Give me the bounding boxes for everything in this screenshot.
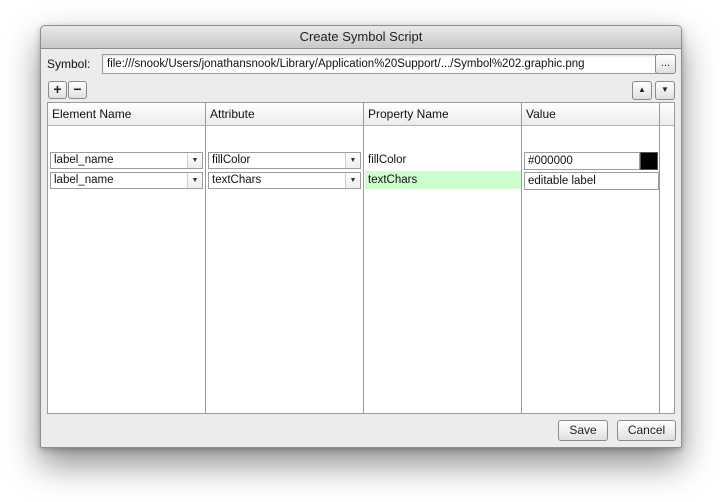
column-divider bbox=[659, 103, 660, 413]
browse-button[interactable]: ... bbox=[655, 54, 676, 74]
move-down-button[interactable]: ▼ bbox=[655, 81, 675, 100]
chevron-down-icon: ▼ bbox=[187, 173, 202, 188]
property-name-cell[interactable]: fillColor bbox=[365, 151, 521, 169]
element-name-select[interactable]: label_name ▼ bbox=[50, 152, 203, 169]
column-header-element-name[interactable]: Element Name bbox=[48, 103, 206, 125]
attribute-value: fillColor bbox=[212, 154, 251, 166]
remove-row-button[interactable]: − bbox=[68, 81, 87, 99]
table-header: Element Name Attribute Property Name Val… bbox=[48, 103, 674, 126]
column-header-attribute[interactable]: Attribute bbox=[206, 103, 364, 125]
script-table: Element Name Attribute Property Name Val… bbox=[47, 102, 675, 414]
cancel-button[interactable]: Cancel bbox=[617, 420, 676, 441]
color-swatch[interactable] bbox=[640, 152, 658, 170]
move-up-button[interactable]: ▲ bbox=[632, 81, 652, 100]
chevron-down-icon: ▼ bbox=[345, 153, 360, 168]
symbol-path-field[interactable]: file:///snook/Users/jonathansnook/Librar… bbox=[102, 54, 658, 74]
element-name-value: label_name bbox=[54, 154, 114, 166]
add-row-button[interactable]: + bbox=[48, 81, 67, 99]
attribute-select[interactable]: fillColor ▼ bbox=[208, 152, 361, 169]
triangle-up-icon: ▲ bbox=[638, 85, 646, 94]
column-divider bbox=[521, 103, 522, 413]
chevron-down-icon: ▼ bbox=[345, 173, 360, 188]
minus-icon: − bbox=[73, 81, 82, 97]
value-field[interactable]: editable label bbox=[524, 172, 659, 190]
element-name-select[interactable]: label_name ▼ bbox=[50, 172, 203, 189]
property-name-cell[interactable]: textChars bbox=[365, 171, 521, 189]
chevron-down-icon: ▼ bbox=[187, 153, 202, 168]
create-symbol-script-dialog: Create Symbol Script Symbol: file:///sno… bbox=[40, 25, 682, 448]
dialog-title: Create Symbol Script bbox=[41, 26, 681, 49]
column-divider bbox=[205, 103, 206, 413]
triangle-down-icon: ▼ bbox=[661, 85, 669, 94]
plus-icon: + bbox=[53, 81, 62, 97]
symbol-label: Symbol: bbox=[47, 57, 91, 71]
column-header-value[interactable]: Value bbox=[522, 103, 660, 125]
value-field[interactable]: #000000 bbox=[524, 152, 640, 170]
element-name-value: label_name bbox=[54, 174, 114, 186]
column-divider bbox=[363, 103, 364, 413]
attribute-select[interactable]: textChars ▼ bbox=[208, 172, 361, 189]
save-button[interactable]: Save bbox=[558, 420, 608, 441]
column-header-property-name[interactable]: Property Name bbox=[364, 103, 522, 125]
attribute-value: textChars bbox=[212, 174, 262, 186]
